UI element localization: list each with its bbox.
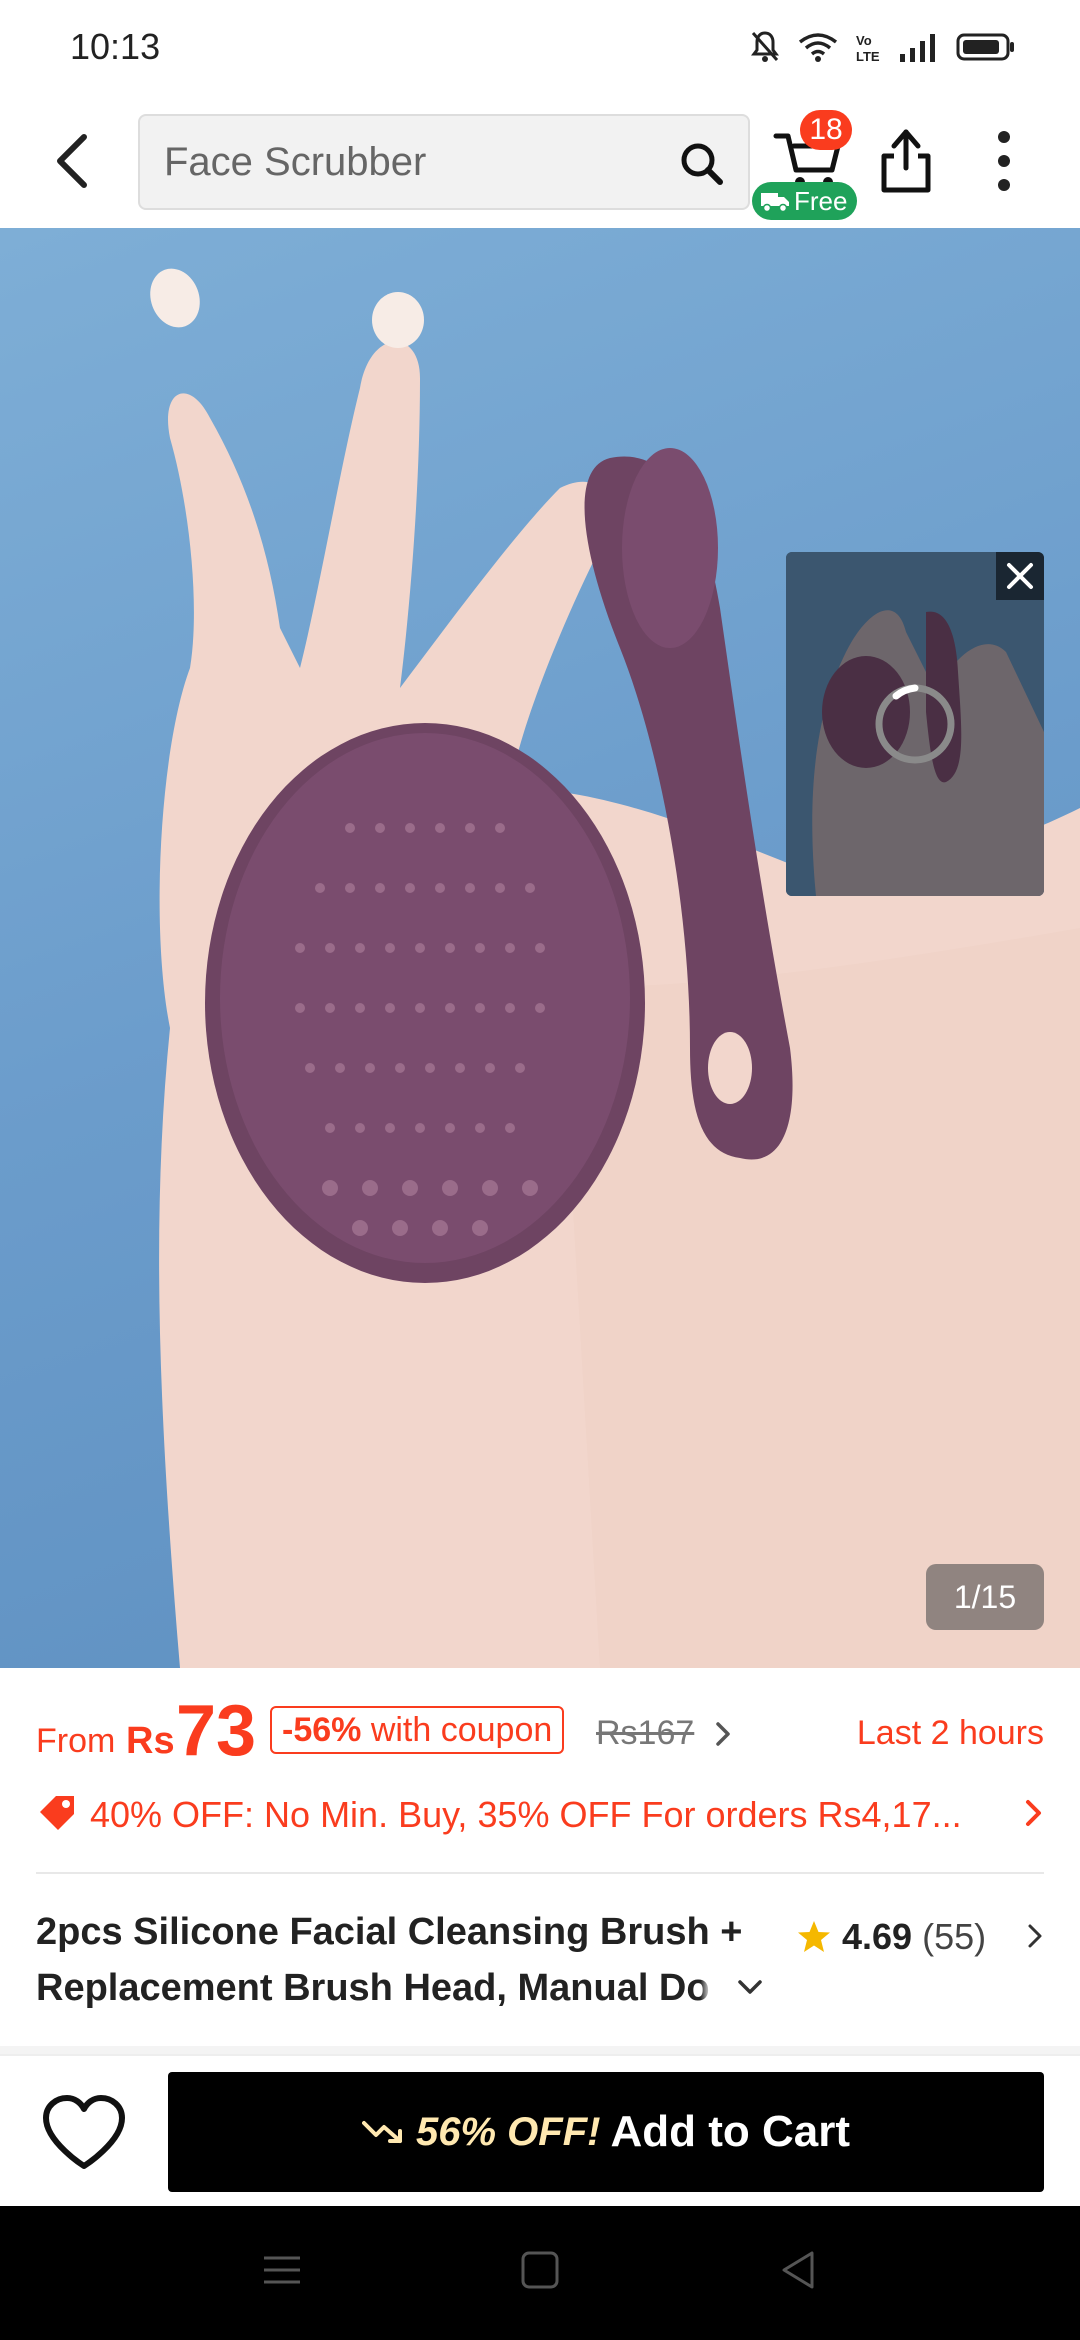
chevron-right-icon [1026, 1800, 1041, 1826]
search-icon[interactable] [680, 142, 724, 186]
countdown-label: Last 2 hours [856, 1714, 1044, 1752]
chevron-right-icon[interactable] [714, 1720, 732, 1748]
price-from-label: From [36, 1722, 116, 1760]
header: Face Scrubber 18 Free [0, 96, 1080, 228]
status-bar: 10:13 Vo LTE [0, 0, 1080, 96]
truck-icon [761, 193, 789, 213]
section-gap [0, 2046, 1080, 2054]
product-title: 2pcs Silicone Facial Cleansing Brush + R… [36, 1904, 796, 2016]
image-counter: 1/15 [926, 1564, 1044, 1630]
price-row: From Rs 73 -56% with coupon Rs167 Last 2… [36, 1690, 1044, 1771]
free-label: Free [794, 186, 848, 216]
cart-count-badge: 18 [800, 110, 852, 150]
share-icon [881, 129, 931, 193]
bottom-action-bar: 56% OFF! Add to Cart [0, 2054, 1080, 2206]
chevron-right-icon[interactable] [1026, 1922, 1044, 1950]
menu-nav-icon[interactable] [262, 2250, 302, 2290]
coupon-tag[interactable]: -56% with coupon [270, 1706, 565, 1754]
volte-icon: VoLTE [856, 33, 880, 63]
cart-discount-label: 56% OFF! [415, 2109, 601, 2154]
add-to-cart-label: Add to Cart [610, 2107, 850, 2156]
rating-count: (55) [922, 1916, 987, 1957]
promo-row[interactable]: 40% OFF: No Min. Buy, 35% OFF For orders… [36, 1786, 1044, 1842]
wishlist-button[interactable] [40, 2094, 128, 2174]
promo-text: 40% OFF: No Min. Buy, 35% OFF For orders… [90, 1794, 962, 1835]
rating-score: 4.69 [842, 1916, 913, 1957]
svg-text:LTE: LTE [856, 49, 880, 63]
product-image-gallery[interactable]: 1/15 [0, 228, 1080, 1668]
back-button[interactable] [40, 126, 104, 196]
home-nav-icon[interactable] [520, 2250, 560, 2290]
svg-text:Vo: Vo [856, 33, 872, 48]
search-box[interactable]: Face Scrubber [138, 114, 750, 210]
status-icons: Vo LTE [750, 30, 1016, 64]
product-title-line1: 2pcs Silicone Facial Cleansing Brush + [36, 1911, 743, 1953]
more-options-button[interactable] [984, 126, 1024, 196]
product-title-line2: Replacement Brush Head, Manual D [36, 1967, 687, 2009]
original-price[interactable]: Rs167 [596, 1714, 694, 1753]
share-button[interactable] [876, 126, 936, 196]
close-icon [1007, 563, 1033, 589]
product-title-faded: o [686, 1967, 710, 2009]
price-value: 73 [176, 1691, 257, 1771]
add-to-cart-button[interactable]: 56% OFF! Add to Cart [168, 2072, 1044, 2192]
coupon-suffix: with coupon [370, 1711, 553, 1749]
system-nav-bar [0, 2206, 1080, 2340]
free-shipping-badge: Free [752, 182, 858, 220]
more-icon-dot [998, 179, 1010, 191]
more-icon-dot [998, 131, 1010, 143]
battery-icon [956, 33, 1014, 61]
wifi-icon [798, 33, 838, 62]
divider [36, 1872, 1044, 1874]
price-currency: Rs [126, 1720, 175, 1762]
product-photo [150, 268, 1080, 1668]
product-title-row[interactable]: 2pcs Silicone Facial Cleansing Brush + R… [36, 1904, 1044, 2024]
chevron-down-icon[interactable] [736, 1978, 764, 1998]
back-arrow-icon [57, 134, 87, 188]
video-thumbnail-image [786, 552, 1044, 896]
heart-icon [43, 2095, 125, 2169]
back-nav-icon[interactable] [778, 2250, 818, 2290]
status-time: 10:13 [70, 26, 161, 67]
coupon-discount: -56% [282, 1711, 362, 1749]
signal-icon [900, 34, 935, 62]
video-thumbnail[interactable] [786, 552, 1044, 896]
trend-down-icon [361, 2121, 402, 2143]
close-video-button[interactable] [996, 552, 1044, 600]
search-input[interactable]: Face Scrubber [164, 140, 426, 185]
tag-icon [40, 1796, 74, 1830]
star-icon [798, 1921, 830, 1952]
more-icon-dot [998, 155, 1010, 167]
rating[interactable]: 4.69 (55) [796, 1916, 986, 1958]
mute-bell-icon [751, 31, 779, 62]
